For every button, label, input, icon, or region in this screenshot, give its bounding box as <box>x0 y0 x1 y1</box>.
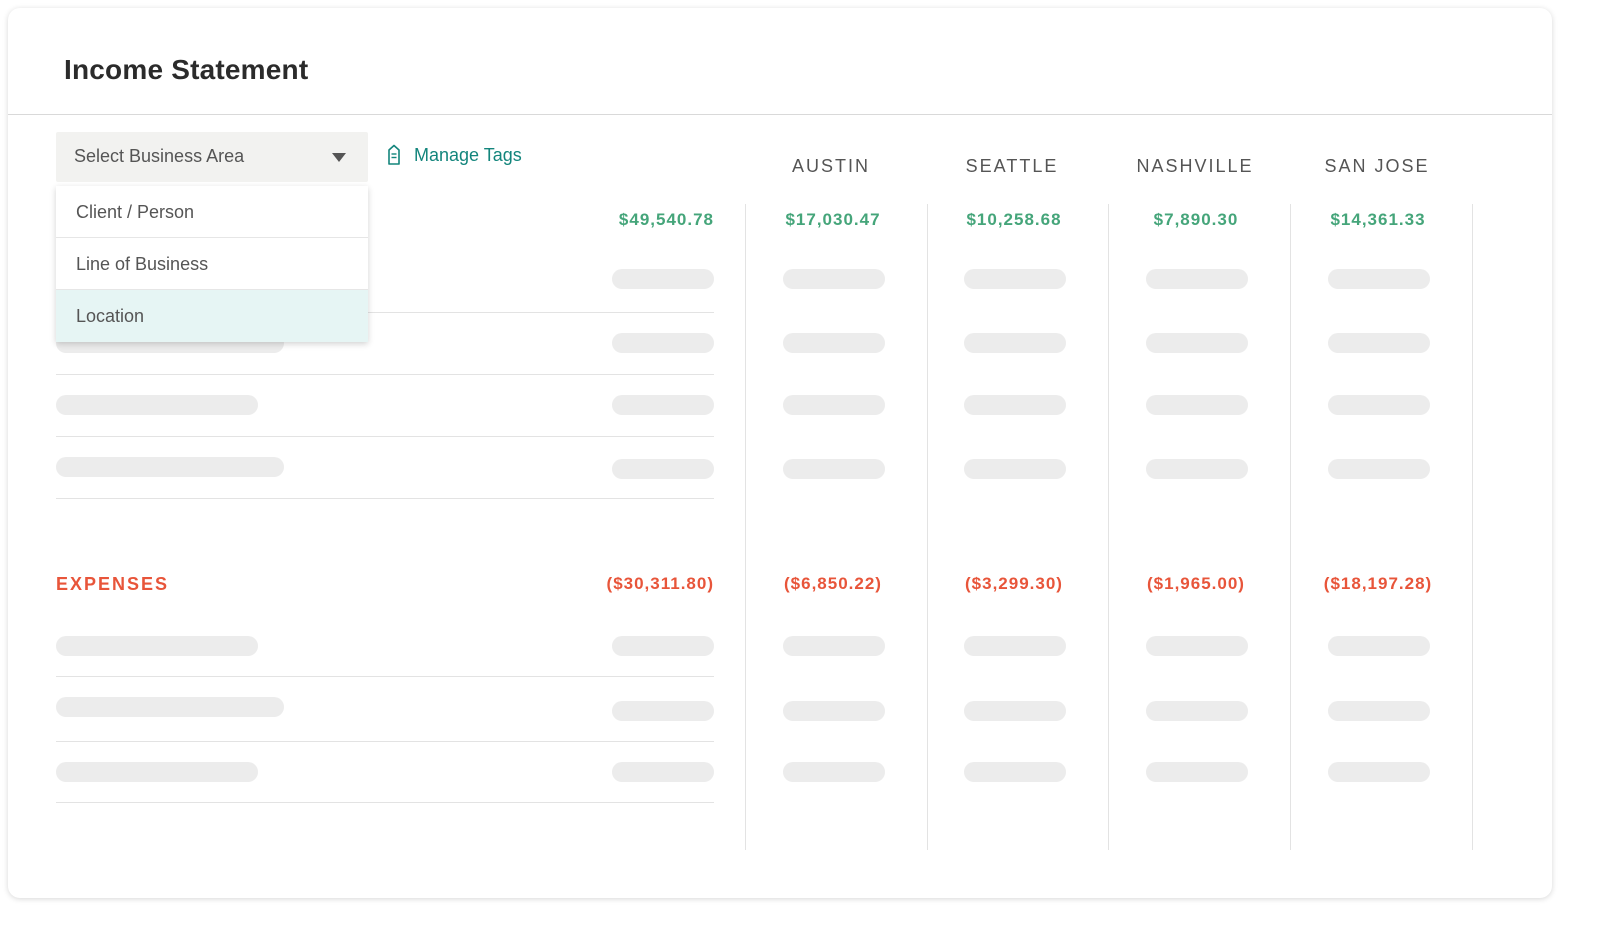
row-divider <box>56 741 714 742</box>
placeholder-value <box>612 459 714 479</box>
row-divider <box>56 498 714 499</box>
placeholder-value <box>964 701 1066 721</box>
placeholder-value <box>964 762 1066 782</box>
expenses-austin: ($6,850.22) <box>784 574 882 593</box>
dropdown-option-location[interactable]: Location <box>56 290 368 342</box>
income-san-jose: $14,361.33 <box>1330 210 1426 229</box>
placeholder-value <box>1328 636 1430 656</box>
placeholder-value <box>1146 701 1248 721</box>
column-header-nashville: NASHVILLE <box>1136 156 1254 176</box>
row-divider <box>56 436 714 437</box>
row-divider <box>56 374 714 375</box>
column-header-san-jose: SAN JOSE <box>1324 156 1430 176</box>
placeholder-value <box>1328 395 1430 415</box>
placeholder-label <box>56 762 258 782</box>
placeholder-value <box>783 395 885 415</box>
placeholder-value <box>783 701 885 721</box>
income-total: $49,540.78 <box>618 210 714 229</box>
header-divider <box>8 114 1552 115</box>
column-divider <box>745 204 746 850</box>
income-austin: $17,030.47 <box>785 210 881 229</box>
placeholder-value <box>964 395 1066 415</box>
row-divider <box>56 802 714 803</box>
placeholder-label <box>56 457 284 477</box>
page-title: Income Statement <box>64 54 309 85</box>
placeholder-value <box>783 636 885 656</box>
placeholder-value <box>783 459 885 479</box>
placeholder-value <box>1328 762 1430 782</box>
placeholder-value <box>1146 459 1248 479</box>
placeholder-value <box>1146 636 1248 656</box>
column-divider <box>1108 204 1109 850</box>
placeholder-value <box>612 395 714 415</box>
caret-down-icon <box>332 153 346 162</box>
expenses-san-jose: ($18,197.28) <box>1323 574 1433 593</box>
placeholder-label <box>56 697 284 717</box>
placeholder-value <box>964 269 1066 289</box>
manage-tags-label: Manage Tags <box>414 144 522 165</box>
business-area-dropdown: Client / Person Line of Business Locatio… <box>56 186 368 342</box>
income-nashville: $7,890.30 <box>1153 210 1239 229</box>
business-area-select[interactable]: Select Business Area <box>56 132 368 182</box>
placeholder-value <box>783 333 885 353</box>
placeholder-value <box>964 333 1066 353</box>
placeholder-value <box>964 459 1066 479</box>
placeholder-value <box>612 269 714 289</box>
business-area-select-label: Select Business Area <box>74 146 245 166</box>
column-header-seattle: SEATTLE <box>965 156 1059 176</box>
placeholder-value <box>1146 269 1248 289</box>
tag-icon <box>388 144 400 165</box>
row-divider <box>56 676 714 677</box>
placeholder-value <box>1328 269 1430 289</box>
placeholder-value <box>1328 333 1430 353</box>
column-divider <box>927 204 928 850</box>
placeholder-value <box>783 269 885 289</box>
dropdown-option-line-of-business[interactable]: Line of Business <box>56 238 368 290</box>
placeholder-label <box>56 636 258 656</box>
placeholder-value <box>1328 459 1430 479</box>
income-seattle: $10,258.68 <box>966 210 1062 229</box>
placeholder-value <box>612 636 714 656</box>
income-statement-card: Income Statement Select Business Area Cl… <box>8 8 1552 898</box>
placeholder-value <box>1146 333 1248 353</box>
column-divider <box>1290 204 1291 850</box>
expenses-label: EXPENSES <box>56 574 170 594</box>
placeholder-value <box>612 701 714 721</box>
manage-tags-link[interactable]: Manage Tags <box>386 142 522 168</box>
placeholder-value <box>964 636 1066 656</box>
placeholder-value <box>612 333 714 353</box>
column-header-austin: AUSTIN <box>791 156 870 176</box>
placeholder-value <box>783 762 885 782</box>
placeholder-label <box>56 395 258 415</box>
column-divider <box>1472 204 1473 850</box>
expenses-total: ($30,311.80) <box>606 574 714 593</box>
expenses-nashville: ($1,965.00) <box>1147 574 1245 593</box>
placeholder-value <box>1146 395 1248 415</box>
expenses-seattle: ($3,299.30) <box>965 574 1063 593</box>
placeholder-value <box>612 762 714 782</box>
placeholder-value <box>1328 701 1430 721</box>
dropdown-option-client-person[interactable]: Client / Person <box>56 186 368 238</box>
placeholder-value <box>1146 762 1248 782</box>
